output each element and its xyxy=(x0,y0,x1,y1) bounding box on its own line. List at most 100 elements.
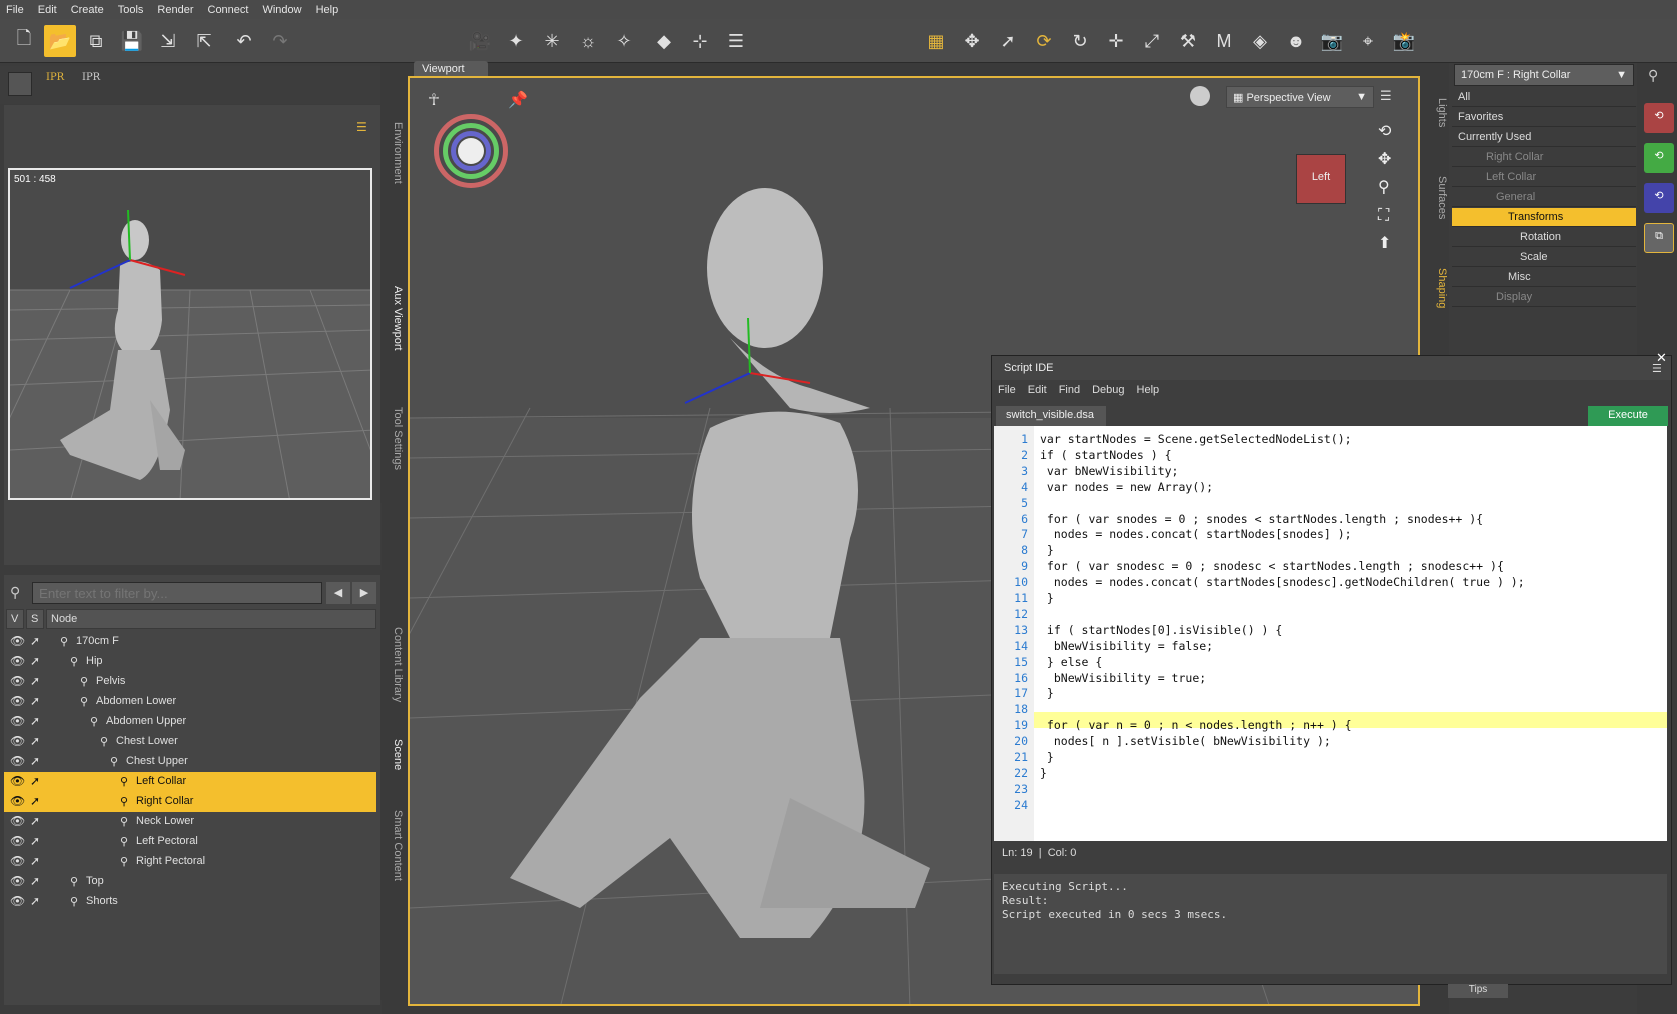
param-right-collar[interactable]: Right Collar xyxy=(1452,148,1636,167)
script-file-tab[interactable]: switch_visible.dsa xyxy=(996,406,1106,426)
menu-render[interactable]: Render xyxy=(157,4,193,16)
new-file-icon[interactable]: 🗋 xyxy=(8,25,40,57)
camera-orbit-control[interactable] xyxy=(434,114,508,188)
selectable-cursor-icon[interactable]: ➚ xyxy=(30,774,40,788)
ipr-button[interactable]: IPR xyxy=(46,72,64,83)
geometry-editor-icon[interactable]: ◈ xyxy=(1244,25,1276,57)
selectable-cursor-icon[interactable]: ➚ xyxy=(30,694,40,708)
grid-icon[interactable]: ▦ xyxy=(920,25,952,57)
visibility-eye-icon[interactable]: 👁 xyxy=(10,774,25,788)
visibility-eye-icon[interactable]: 👁 xyxy=(10,654,25,668)
scene-tree-row[interactable]: 👁 ➚ ⚲ Neck Lower xyxy=(4,812,376,832)
view-select-dropdown[interactable]: ▦ Perspective View ▼ xyxy=(1226,86,1374,108)
menu-create[interactable]: Create xyxy=(71,4,104,16)
visibility-eye-icon[interactable]: 👁 xyxy=(10,694,25,708)
scene-tree-row[interactable]: 👁 ➚ ⚲ Hip xyxy=(4,652,376,672)
view-cube[interactable]: Left xyxy=(1296,154,1346,204)
menu-edit[interactable]: Edit xyxy=(38,4,57,16)
selectable-cursor-icon[interactable]: ➚ xyxy=(30,734,40,748)
execute-button[interactable]: Execute xyxy=(1588,406,1668,426)
save-icon[interactable]: 💾 xyxy=(116,25,148,57)
figure-icon[interactable]: ☻ xyxy=(1280,25,1312,57)
menu-tools[interactable]: Tools xyxy=(118,4,144,16)
param-favorites[interactable]: Favorites xyxy=(1452,108,1636,127)
primitive-icon[interactable]: ◆ xyxy=(648,25,680,57)
translate-icon[interactable]: ✛ xyxy=(1100,25,1132,57)
menu-connect[interactable]: Connect xyxy=(208,4,249,16)
param-transforms[interactable]: Transforms xyxy=(1452,208,1636,227)
param-scale[interactable]: Scale xyxy=(1452,248,1636,267)
param-left-collar[interactable]: Left Collar xyxy=(1452,168,1636,187)
param-rotation[interactable]: Rotation xyxy=(1452,228,1636,247)
merge-icon[interactable]: ⧉ xyxy=(80,25,112,57)
selectable-cursor-icon[interactable]: ➚ xyxy=(30,854,40,868)
tab-smart-content[interactable]: Smart Content xyxy=(382,790,404,900)
selectable-cursor-icon[interactable]: ➚ xyxy=(30,814,40,828)
selectable-cursor-icon[interactable]: ➚ xyxy=(30,874,40,888)
visibility-eye-icon[interactable]: 👁 xyxy=(10,674,25,688)
scene-tree-row[interactable]: 👁 ➚ ⚲ Left Pectoral xyxy=(4,832,376,852)
param-general[interactable]: General xyxy=(1452,188,1636,207)
orbit-icon[interactable]: ⟲ xyxy=(1378,118,1391,146)
param-all[interactable]: All xyxy=(1452,88,1636,107)
ipr-button-2[interactable]: IPR xyxy=(82,72,100,83)
morph-icon[interactable]: M xyxy=(1208,25,1240,57)
code-editor[interactable]: 1 var startNodes = Scene.getSelectedNodeL… xyxy=(994,426,1667,841)
select-tool-icon[interactable]: ➚ xyxy=(992,25,1024,57)
selectable-cursor-icon[interactable]: ➚ xyxy=(30,674,40,688)
tab-lights[interactable]: Lights xyxy=(1426,83,1448,143)
script-menu-edit[interactable]: Edit xyxy=(1028,384,1047,402)
scale-icon[interactable]: ⤢ xyxy=(1136,25,1168,57)
scale-slider-icon[interactable]: ⧉ xyxy=(1644,223,1674,253)
param-currently-used[interactable]: Currently Used xyxy=(1452,128,1636,147)
scene-tree-row[interactable]: 👁 ➚ ⚲ Chest Upper xyxy=(4,752,376,772)
menu-file[interactable]: File xyxy=(6,4,24,16)
tab-environment[interactable]: Environment xyxy=(382,103,404,203)
rotate-z-icon[interactable]: ⟲ xyxy=(1644,183,1674,213)
pin-tool-icon[interactable]: ⌖ xyxy=(1352,25,1384,57)
script-menu-icon[interactable]: ☰ xyxy=(1652,362,1662,375)
scene-tree-row[interactable]: 👁 ➚ ⚲ Top xyxy=(4,872,376,892)
tab-shaping[interactable]: Shaping xyxy=(1426,248,1448,328)
prev-arrow-icon[interactable]: ◀ xyxy=(326,582,350,604)
scene-tree-row[interactable]: 👁 ➚ ⚲ Abdomen Lower xyxy=(4,692,376,712)
param-misc[interactable]: Misc xyxy=(1452,268,1636,287)
visibility-eye-icon[interactable]: 👁 xyxy=(10,714,25,728)
ipr-off-icon[interactable] xyxy=(8,72,32,96)
selectable-cursor-icon[interactable]: ➚ xyxy=(30,894,40,908)
pan-icon[interactable]: ✥ xyxy=(1378,146,1391,174)
import-icon[interactable]: ⇲ xyxy=(152,25,184,57)
selectable-cursor-icon[interactable]: ➚ xyxy=(30,714,40,728)
scene-tree-row[interactable]: 👁 ➚ ⚲ Right Pectoral xyxy=(4,852,376,872)
scene-tree-row[interactable]: 👁 ➚ ⚲ Shorts xyxy=(4,892,376,912)
tab-tool-settings[interactable]: Tool Settings xyxy=(382,383,404,493)
viewport-menu-icon[interactable]: ☰ xyxy=(1380,88,1392,104)
visibility-eye-icon[interactable]: 👁 xyxy=(10,834,25,848)
scene-tree-row[interactable]: 👁 ➚ ⚲ Chest Lower xyxy=(4,732,376,752)
reset-icon[interactable]: ⬆ xyxy=(1378,230,1391,258)
visibility-eye-icon[interactable]: 👁 xyxy=(10,794,25,808)
menu-window[interactable]: Window xyxy=(262,4,301,16)
search-icon[interactable]: ⚲ xyxy=(1648,67,1658,84)
tab-surfaces[interactable]: Surfaces xyxy=(1426,163,1448,233)
camera-add-icon[interactable]: 🎥 xyxy=(464,25,496,57)
selectable-cursor-icon[interactable]: ➚ xyxy=(30,834,40,848)
scene-tree-row[interactable]: 👁 ➚ ⚲ Left Collar xyxy=(4,772,376,792)
visibility-eye-icon[interactable]: 👁 xyxy=(10,894,25,908)
visibility-eye-icon[interactable]: 👁 xyxy=(10,874,25,888)
script-menu-file[interactable]: File xyxy=(998,384,1016,402)
export-icon[interactable]: ⇱ xyxy=(188,25,220,57)
render-icon[interactable]: 📸 xyxy=(1388,25,1420,57)
scene-filter-input[interactable] xyxy=(32,582,322,604)
script-menu-find[interactable]: Find xyxy=(1059,384,1080,402)
scene-tree-row[interactable]: 👁 ➚ ⚲ Abdomen Upper xyxy=(4,712,376,732)
distant-light-icon[interactable]: ☼ xyxy=(572,25,604,57)
redo-icon[interactable]: ↷ xyxy=(264,25,296,57)
col-visible-header[interactable]: V xyxy=(6,609,24,629)
tab-content-library[interactable]: Content Library xyxy=(382,610,404,720)
frame-icon[interactable]: ⛶ xyxy=(1378,202,1391,230)
selectable-cursor-icon[interactable]: ➚ xyxy=(30,654,40,668)
rotate-icon[interactable]: ↻ xyxy=(1064,25,1096,57)
joint-editor-icon[interactable]: ⚒ xyxy=(1172,25,1204,57)
rotate-y-icon[interactable]: ⟲ xyxy=(1644,143,1674,173)
